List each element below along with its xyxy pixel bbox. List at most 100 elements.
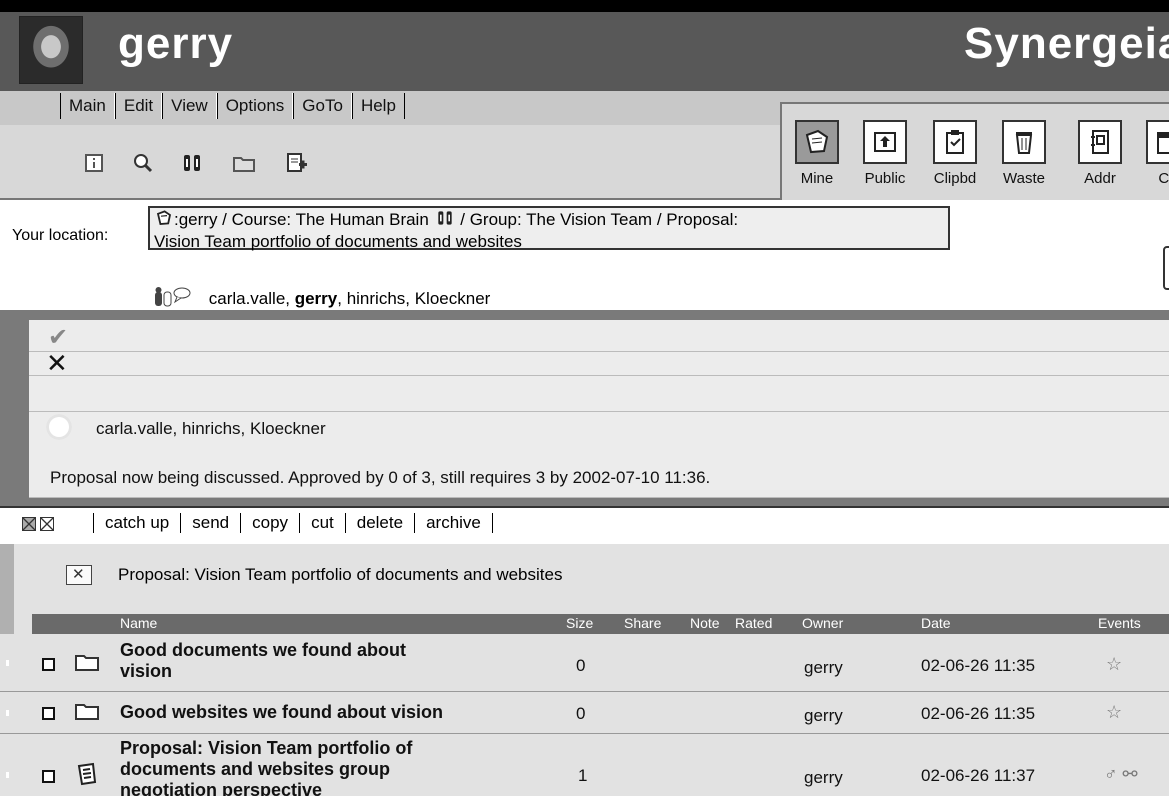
col-events[interactable]: Events xyxy=(1098,615,1141,631)
folder-title-row: Proposal: Vision Team portfolio of docum… xyxy=(66,565,562,585)
row-marker xyxy=(6,772,9,778)
row-date: 02-06-26 11:35 xyxy=(921,704,1036,723)
tab-address-book[interactable]: Addr xyxy=(1072,120,1128,187)
pending-row xyxy=(29,376,1169,412)
row-size: 0 xyxy=(576,704,586,723)
side-panel-toggle[interactable] xyxy=(1163,246,1169,290)
pending-users: carla.valle, hinrichs, Kloeckner xyxy=(96,419,326,438)
location-members: carla.valle, gerry, hinrichs, Kloeckner xyxy=(152,286,490,309)
actions: catch up send copy cut delete archive xyxy=(93,513,493,533)
tab-clipboard[interactable]: Clipbd xyxy=(927,120,983,187)
clipboard-icon xyxy=(933,120,977,164)
location-path-line1: :gerry / Course: The Human Brain / Group… xyxy=(154,208,944,231)
mine-icon xyxy=(795,120,839,164)
app-title: Synergeia xyxy=(964,19,1169,68)
row-owner[interactable]: gerry xyxy=(804,768,843,788)
folder-title: Proposal: Vision Team portfolio of docum… xyxy=(118,565,563,584)
events-activity-icon[interactable]: ♂ ⚯ xyxy=(1104,764,1138,785)
row-owner[interactable]: gerry xyxy=(804,706,843,726)
col-size[interactable]: Size xyxy=(566,615,593,631)
menu-goto[interactable]: GoTo xyxy=(293,93,352,119)
row-name[interactable]: Good websites we found about vision xyxy=(120,702,443,723)
row-date: 02-06-26 11:37 xyxy=(921,766,1036,785)
pending-circle-icon xyxy=(46,414,72,440)
public-icon xyxy=(863,120,907,164)
select-all-checkbox[interactable] xyxy=(22,516,36,531)
group-icon[interactable] xyxy=(434,208,456,228)
col-date[interactable]: Date xyxy=(921,615,951,631)
proposal-status: Proposal now being discussed. Approved b… xyxy=(50,468,711,487)
location-path: :gerry / Course: The Human Brain / Group… xyxy=(148,206,950,253)
archive-action[interactable]: archive xyxy=(414,513,493,533)
tab-label: Waste xyxy=(1003,170,1045,187)
reject-row xyxy=(29,352,1169,376)
username: gerry xyxy=(118,19,234,68)
tab-public[interactable]: Public xyxy=(857,120,913,187)
menu-options[interactable]: Options xyxy=(216,93,294,119)
approve-row xyxy=(29,320,1169,352)
row-checkbox[interactable] xyxy=(42,658,55,671)
menu-main[interactable]: Main xyxy=(60,93,115,119)
row-checkbox[interactable] xyxy=(42,707,55,720)
info-icon[interactable] xyxy=(82,151,106,175)
menu-view[interactable]: View xyxy=(162,93,217,119)
row-marker xyxy=(6,660,9,666)
folder-icon xyxy=(74,652,100,678)
row-name-line: Good websites we found about vision xyxy=(120,702,444,722)
location-course-link[interactable]: :gerry / Course: The Human Brain xyxy=(174,210,429,229)
cut-action[interactable]: cut xyxy=(299,513,345,533)
location-path-line2[interactable]: Vision Team portfolio of documents and w… xyxy=(154,231,944,253)
deselect-all-checkbox[interactable] xyxy=(40,516,54,531)
proposal-icon xyxy=(76,762,98,792)
col-share[interactable]: Share xyxy=(624,615,661,631)
tab-mine[interactable]: Mine xyxy=(789,120,845,187)
folder-icon[interactable] xyxy=(232,151,256,175)
search-icon[interactable] xyxy=(131,151,155,175)
main-menu: Main Edit View Options GoTo Help xyxy=(60,93,405,123)
row-date: 02-06-26 11:35 xyxy=(921,656,1036,675)
row-name-line: documents and websites group xyxy=(120,759,391,779)
reject-x-icon[interactable]: ✕ xyxy=(46,350,68,376)
folder-icon xyxy=(74,701,100,727)
delete-action[interactable]: delete xyxy=(344,513,414,533)
col-name[interactable]: Name xyxy=(120,615,157,631)
col-owner[interactable]: Owner xyxy=(802,615,843,631)
home-icon[interactable] xyxy=(154,209,174,227)
row-name-line: Proposal: Vision Team portfolio of xyxy=(120,738,413,758)
menu-help[interactable]: Help xyxy=(351,93,405,119)
tab-label: Public xyxy=(864,170,906,187)
copy-action[interactable]: copy xyxy=(240,513,299,533)
members-prefix: carla.valle, xyxy=(208,289,295,308)
catch-up-action[interactable]: catch up xyxy=(93,513,180,533)
new-document-icon[interactable] xyxy=(285,151,309,175)
menu-edit[interactable]: Edit xyxy=(114,93,163,119)
select-toggles xyxy=(22,513,58,533)
row-size: 0 xyxy=(576,656,586,675)
row-name-line: negotiation perspective xyxy=(120,780,323,796)
events-star-icon[interactable]: ☆ xyxy=(1106,702,1122,723)
row-checkbox[interactable] xyxy=(42,770,55,783)
tab-label: Clipbd xyxy=(933,170,977,187)
envelope-icon[interactable] xyxy=(66,565,92,585)
row-name-line: Good documents we found about xyxy=(120,640,406,660)
members-icon[interactable] xyxy=(180,151,204,175)
col-rated[interactable]: Rated xyxy=(735,615,772,631)
tab-calendar[interactable]: Ca xyxy=(1140,120,1169,187)
location-group-link[interactable]: / Group: The Vision Team / Proposal: xyxy=(460,210,738,229)
tab-label: Ca xyxy=(1158,170,1169,187)
address-book-icon xyxy=(1078,120,1122,164)
row-name[interactable]: Proposal: Vision Team portfolio of docum… xyxy=(120,738,412,796)
col-note[interactable]: Note xyxy=(690,615,720,631)
members-suffix: , hinrichs, Kloeckner xyxy=(337,289,491,308)
tab-waste[interactable]: Waste xyxy=(996,120,1052,187)
row-name-line: vision xyxy=(120,661,173,681)
tab-label: Mine xyxy=(800,170,834,187)
send-action[interactable]: send xyxy=(180,513,240,533)
row-owner[interactable]: gerry xyxy=(804,658,843,678)
avatar xyxy=(19,16,83,84)
wastebasket-icon xyxy=(1002,120,1046,164)
location-label: Your location: xyxy=(12,227,109,244)
row-name[interactable]: Good documents we found about vision xyxy=(120,640,406,682)
current-user-name: gerry xyxy=(294,289,338,308)
events-star-icon[interactable]: ☆ xyxy=(1106,654,1122,675)
